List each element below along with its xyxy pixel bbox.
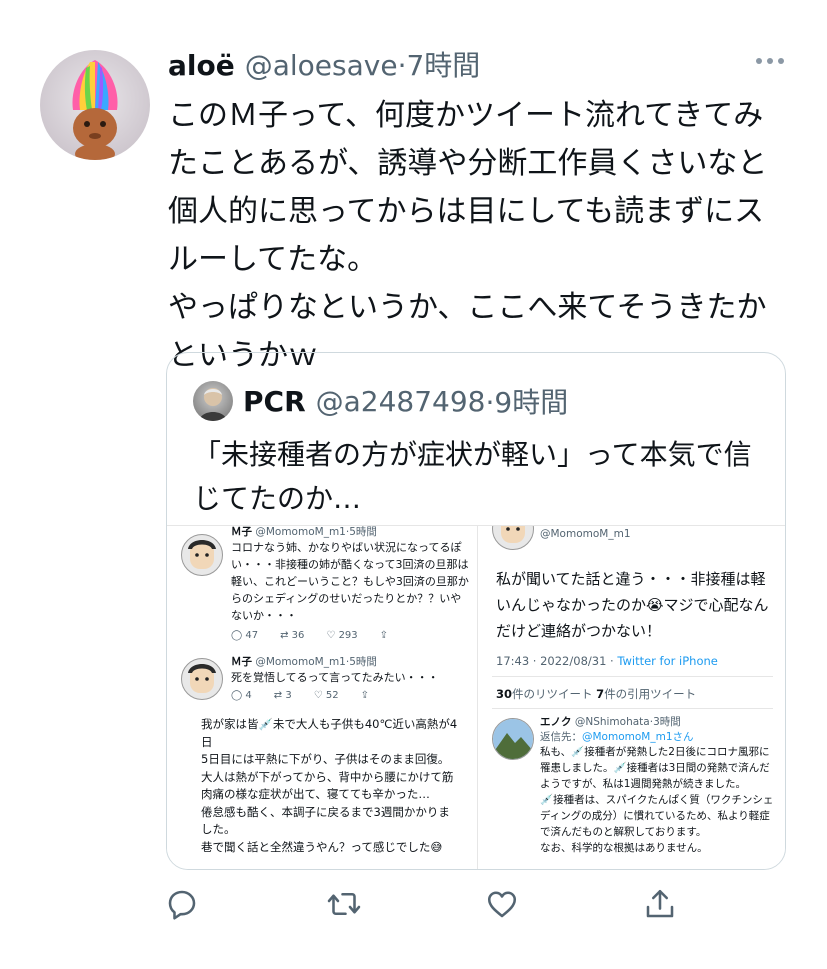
quoted-tweet-header: PCR @a2487498 ·9時間 [193,379,568,423]
mini-post-timestamp: 17:43 · 2022/08/31 · Twitter for iPhone [496,654,718,668]
divider [492,708,773,709]
tweet-text: このＭ子って、何度かツイート流れてきてみたことあるが、誘導や分断工作員くさいなと… [168,98,768,373]
mini-post-header: Ｍ子 @MomomoM_m1·5時間 [231,526,377,538]
mini-avatar [181,658,223,700]
mini-avatar-mountain [492,718,534,760]
quoted-tweet-time: ·9時間 [485,386,569,419]
mini-post-handle: @MomomoM_m1 [540,528,631,540]
mini-post-actions: ◯ 47 ⇄ 36 ♡ 293 ⇪ [231,630,389,641]
mini-avatar [181,534,223,576]
author-name[interactable]: aloë [168,49,235,82]
quoted-tweet[interactable]: PCR @a2487498 ·9時間 「未接種者の方が症状が軽い」って本気で信じ… [166,352,786,870]
share-icon[interactable] [642,886,678,922]
tweet-header: aloë @aloesave ·7時間 [168,44,480,88]
mini-reply-header: エノク @NShimohata·3時間 [540,716,681,728]
screenshot-left-panel: Ｍ子 @MomomoM_m1·5時間 コロナなう姉、かなりやばい状況になってるぽ… [167,526,478,869]
tweet-action-bar [0,886,827,934]
divider [492,676,773,677]
mini-post-counts: 30件のリツイート 7件の引用ツイート [496,687,697,701]
heart-icon[interactable] [484,886,520,922]
mini-reply-to: 返信先：@MomomoM_m1さん [540,731,694,743]
more-dots-icon[interactable] [755,56,785,66]
reply-icon[interactable] [164,886,200,922]
author-avatar[interactable] [40,50,150,160]
retweet-icon[interactable] [326,886,362,922]
mini-post-text: コロナなう姉、かなりやばい状況になってるぽい・・・非接種の姉が酷くなって3回済の… [231,541,469,622]
author-handle[interactable]: @aloesave [245,49,398,82]
troll-doll-avatar-image [72,60,118,160]
screenshot-post-3-text: 我が家は皆💉未で大人も子供も40℃近い高熱が4日 5日目には平熱に下がり、子供は… [201,717,458,854]
quoted-author-avatar [193,381,233,421]
quoted-tweet-image[interactable]: Ｍ子 @MomomoM_m1·5時間 コロナなう姉、かなりやばい状況になってるぽ… [167,525,785,869]
tweet-time[interactable]: ·7時間 [398,44,481,84]
mini-post-text: 死を覚悟してるって言ってたみたい・・・ [231,671,439,684]
quoted-author-name: PCR [243,384,306,418]
screenshot-right-panel: @MomomoM_m1 私が聞いてた話と違う・・・非接種は軽いんじゃなかったのか… [478,526,785,869]
mini-post-text: 私が聞いてた話と違う・・・非接種は軽いんじゃなかったのか😭マジで心配なんだけど連… [496,570,769,640]
mini-avatar [492,526,534,550]
quoted-tweet-text: 「未接種者の方が症状が軽い」って本気で信じてたのか… [193,438,752,515]
mini-post-actions: ◯ 4 ⇄ 3 ♡ 52 ⇪ [231,690,369,701]
person-avatar-image [199,388,227,421]
quoted-author-handle: @a2487498 [315,384,486,418]
mini-reply-text: 私も、💉接種者が発熱した2日後にコロナ風邪に罹患しました。💉接種者は3日間の発熱… [540,746,774,854]
mini-post-header: Ｍ子 @MomomoM_m1·5時間 [231,656,377,668]
